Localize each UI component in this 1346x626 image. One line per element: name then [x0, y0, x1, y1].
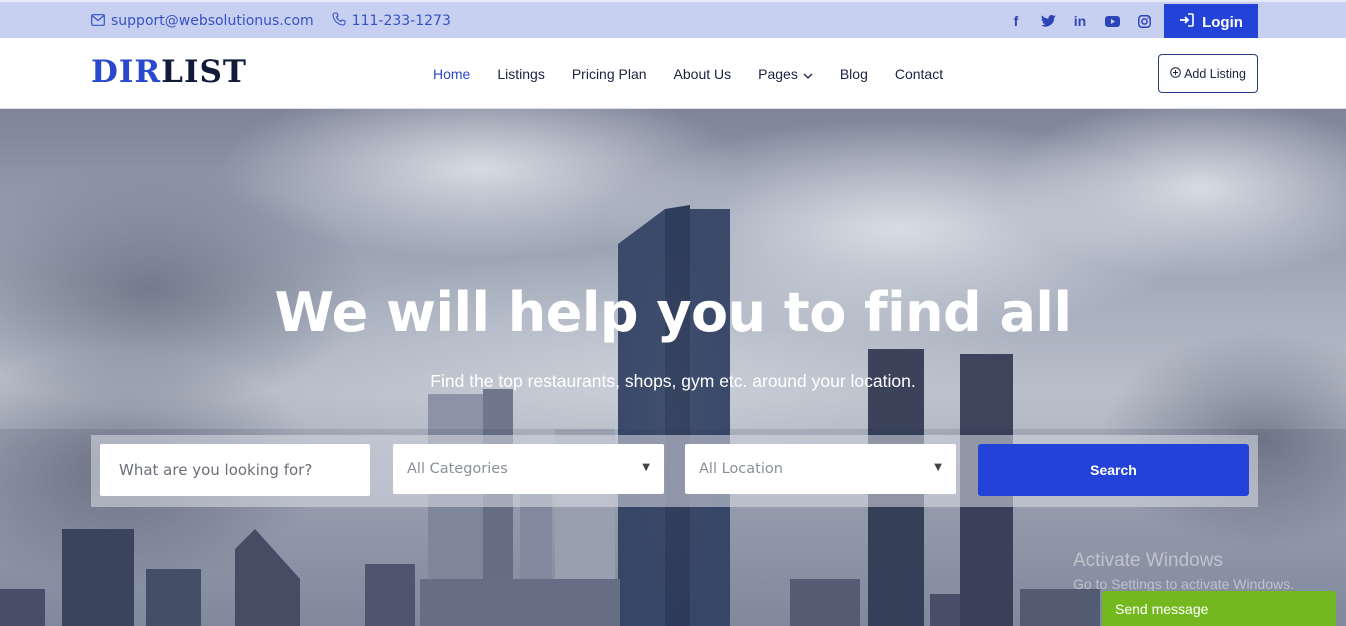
- main-navbar: DIRLIST Home Listings Pricing Plan About…: [0, 38, 1346, 109]
- category-selected: All Categories: [407, 461, 508, 477]
- twitter-icon[interactable]: [1040, 15, 1056, 27]
- main-menu: Home Listings Pricing Plan About Us Page…: [433, 38, 970, 109]
- search-button[interactable]: Search: [978, 444, 1249, 496]
- keyword-search-input[interactable]: What are you looking for?: [100, 444, 370, 496]
- search-bar: What are you looking for? All Categories…: [91, 435, 1258, 507]
- nav-item-home[interactable]: Home: [433, 66, 470, 82]
- phone-text: 111-233-1273: [351, 13, 451, 29]
- location-select[interactable]: All Location ▼: [685, 444, 956, 494]
- hero-section: We will help you to find all Find the to…: [0, 109, 1346, 626]
- nav-item-label: Pages: [758, 65, 798, 82]
- hero-title: We will help you to find all: [274, 281, 1072, 344]
- facebook-icon[interactable]: f: [1008, 13, 1024, 29]
- top-bar: support@websolutionus.com 111-233-1273 f…: [0, 0, 1346, 40]
- category-select[interactable]: All Categories ▼: [393, 444, 664, 494]
- logo-part-dir: DIR: [91, 54, 162, 90]
- send-message-chat-button[interactable]: Send message: [1102, 591, 1336, 626]
- activate-windows-watermark: Activate Windows Go to Settings to activ…: [1073, 550, 1294, 592]
- send-message-label: Send message: [1115, 600, 1209, 617]
- youtube-icon[interactable]: [1104, 15, 1120, 27]
- site-logo[interactable]: DIRLIST: [91, 54, 247, 90]
- phone-link[interactable]: 111-233-1273: [332, 12, 451, 30]
- social-links: f in: [1008, 2, 1152, 40]
- nav-item-label: Blog: [839, 65, 868, 82]
- add-listing-label: Add Listing: [1184, 66, 1246, 81]
- instagram-icon[interactable]: [1136, 14, 1152, 28]
- phone-icon: [332, 12, 346, 30]
- login-button[interactable]: Login: [1164, 4, 1258, 40]
- nav-item-contact[interactable]: Contact: [895, 66, 943, 82]
- nav-item-listings[interactable]: Listings: [497, 66, 544, 82]
- location-selected: All Location: [699, 461, 783, 477]
- nav-item-blog[interactable]: Blog: [840, 66, 868, 82]
- email-text: support@websolutionus.com: [111, 13, 314, 29]
- caret-down-icon: ▼: [642, 462, 650, 473]
- keyword-placeholder: What are you looking for?: [119, 461, 313, 479]
- watermark-line2: Go to Settings to activate Windows.: [1073, 576, 1294, 592]
- nav-item-label: Listings: [497, 65, 545, 82]
- nav-item-pricing-plan[interactable]: Pricing Plan: [572, 66, 647, 82]
- nav-item-label: Contact: [894, 65, 944, 82]
- caret-down-icon: ▼: [934, 462, 942, 473]
- hero-subtitle: Find the top restaurants, shops, gym etc…: [430, 371, 916, 391]
- contact-info: support@websolutionus.com 111-233-1273: [91, 2, 451, 40]
- add-listing-button[interactable]: Add Listing: [1158, 54, 1258, 93]
- nav-item-label: Home: [433, 65, 471, 82]
- city-skyline-background: [0, 109, 1346, 626]
- sign-in-icon: [1179, 13, 1194, 31]
- nav-item-pages[interactable]: Pages: [758, 66, 813, 82]
- email-link[interactable]: support@websolutionus.com: [91, 12, 314, 30]
- plus-circle-icon: [1170, 66, 1181, 81]
- logo-part-list: LIST: [161, 54, 247, 90]
- nav-item-about-us[interactable]: About Us: [674, 66, 732, 82]
- nav-item-label: About Us: [673, 65, 732, 82]
- search-button-label: Search: [1090, 462, 1137, 478]
- nav-item-label: Pricing Plan: [571, 65, 647, 82]
- linkedin-icon[interactable]: in: [1072, 13, 1088, 29]
- watermark-line1: Activate Windows: [1073, 550, 1223, 571]
- chevron-down-icon: [803, 66, 813, 82]
- envelope-icon: [91, 12, 105, 30]
- login-label: Login: [1202, 13, 1243, 31]
